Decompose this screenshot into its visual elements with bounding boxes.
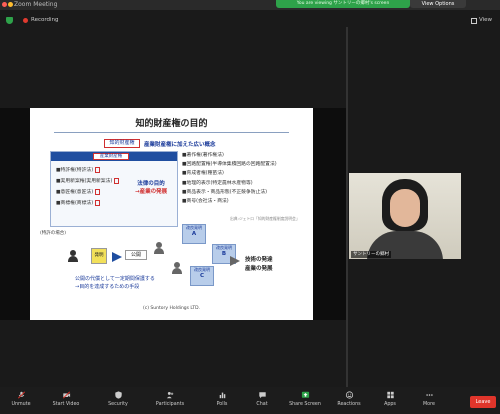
more-button[interactable]: More (410, 391, 448, 407)
chat-icon (258, 392, 266, 399)
participant-name: サントリーの郷村 (351, 251, 391, 258)
patent-box-a: 改良発明 A (182, 224, 206, 244)
industrial-property-panel: 産業財産権 ■特許権(特許法) ■実用新案権(実用新案法) ■意匠権(意匠法) … (50, 151, 178, 227)
list-item: ■商号(会社法・商法) (182, 199, 229, 205)
microphone-muted-icon (17, 391, 25, 399)
patent-box-c: 改良発明 C (190, 266, 214, 286)
encryption-shield-icon[interactable] (6, 17, 13, 24)
list-item: ■地理的表示(特定農林水産物等) (182, 180, 253, 186)
list-item: ■回路配置権(半導体集積回路の回路配置法) (182, 162, 277, 168)
view-button[interactable]: View (479, 17, 492, 23)
close-window-icon[interactable] (2, 2, 7, 7)
share-screen-icon (301, 391, 309, 398)
panel-header-label: 産業財産権 (93, 153, 129, 160)
chat-button[interactable]: Chat (243, 391, 281, 407)
publish-box: 公開 (125, 250, 147, 260)
more-icon (425, 394, 433, 396)
shield-icon (114, 391, 122, 399)
slide-copyright: (c) Suntory Holdings LTD. (143, 306, 200, 311)
meeting-topbar (0, 13, 500, 27)
view-options-button[interactable]: View Options (410, 0, 466, 8)
panel-item: ■特許権(特許法) (56, 166, 101, 173)
reactions-button[interactable]: Reactions (330, 391, 368, 407)
arrow-right-icon (230, 256, 240, 266)
view-grid-icon[interactable] (471, 18, 477, 24)
protection-note: 公開の代償として一定期間保護する →目的を達成するための手段 (75, 276, 155, 290)
participant-face (390, 189, 420, 227)
panel-item: ■実用新案権(実用新案法) (56, 177, 120, 184)
list-item: ■著作権(著作権法) (182, 153, 224, 158)
panel-item: ■意匠権(意匠法) (56, 188, 101, 195)
keyword-description: 産業財産権に加えた広い概念 (144, 142, 216, 148)
panel-divider[interactable] (346, 27, 348, 387)
arrow-right-icon (112, 252, 122, 262)
apps-icon (386, 391, 394, 399)
presentation-slide: 知的財産権の目的 知的財産権 産業財産権に加えた広い概念 産業財産権 ■特許権(… (30, 108, 313, 320)
unmute-button[interactable]: Unmute (2, 391, 40, 407)
share-screen-button[interactable]: Share Screen (286, 391, 324, 407)
leave-meeting-button[interactable]: Leave (470, 396, 496, 408)
outcome-text: 技術の発達 産業の発展 (245, 257, 273, 272)
video-off-icon (62, 391, 70, 399)
participants-icon (166, 391, 173, 399)
keyword-box: 知的財産権 (104, 139, 140, 148)
reactions-icon (345, 391, 353, 399)
panel-item: ■商標権(商標法) (56, 199, 101, 206)
recording-icon (23, 18, 28, 23)
screen-share-banner: You are viewing サントリーの郷村's screen (276, 0, 410, 8)
polls-icon (219, 392, 225, 399)
minimize-window-icon[interactable] (8, 2, 13, 7)
participant-video-tile[interactable]: サントリーの郷村 (349, 173, 461, 259)
apps-button[interactable]: Apps (371, 391, 409, 407)
panel-header: 産業財産権 (51, 152, 177, 161)
inventor-person-icon (68, 250, 78, 262)
person-icon (154, 242, 164, 254)
recording-label: Recording (31, 17, 59, 23)
security-button[interactable]: Security (99, 391, 137, 407)
list-item: ■育成者権(種苗法) (182, 171, 224, 177)
title-underline (54, 132, 289, 133)
source-note: 出典:ジェトロ「知的財産権制度説明会」 (230, 216, 300, 221)
slide-title: 知的財産権の目的 (135, 119, 208, 129)
person-icon (172, 262, 182, 274)
law-purpose: 法律の目的 →産業の発展 (135, 181, 168, 195)
start-video-button[interactable]: Start Video (47, 391, 85, 407)
participants-button[interactable]: Participants (151, 391, 189, 407)
polls-button[interactable]: Polls (203, 391, 241, 407)
flow-label: (特許の場合) (40, 231, 67, 236)
invention-box: 発明 (91, 248, 107, 264)
list-item: ■商品表示・商品形態(不正競争防止法) (182, 189, 268, 195)
other-rights-list: ■著作権(著作権法) ■回路配置権(半導体集積回路の回路配置法) ■育成者権(種… (182, 151, 310, 206)
window-title: Zoom Meeting (14, 1, 58, 8)
